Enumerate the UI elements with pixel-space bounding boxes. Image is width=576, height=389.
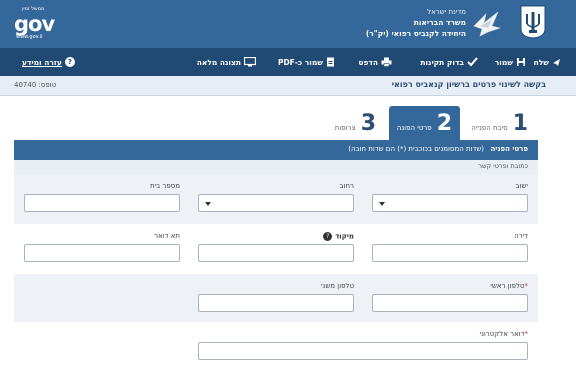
save-button[interactable]: שמור <box>495 48 526 76</box>
state-emblem-icon <box>520 5 546 39</box>
form-reference-number: 40740 <box>14 81 37 89</box>
save-pdf-label: שמור כ-PDF <box>277 57 323 67</box>
apartment-label: דירה <box>514 232 528 240</box>
save-label: שמור <box>494 57 513 67</box>
screen-icon <box>244 57 256 67</box>
step-number: 3 <box>360 111 376 136</box>
zip-label: מיקוד? <box>323 232 354 241</box>
title-bar: בקשה לשינוי פרטים ברשיון קנאביס רפואי טו… <box>0 76 576 96</box>
wizard-steps: 1 סיבת הפנייה 2 פרטי הפונה 3 צרופות <box>14 96 538 140</box>
check-validity-button[interactable]: בדוק תקינות <box>420 48 478 76</box>
step-label: סיבת הפנייה <box>471 124 508 132</box>
secondary-phone-label: טלפון משני <box>320 282 354 290</box>
help-label: עזרה ומידע <box>22 57 62 67</box>
step-label: צרופות <box>334 124 356 132</box>
secondary-phone-field[interactable] <box>198 294 354 312</box>
printer-icon <box>381 57 392 67</box>
po-box-label: תא דואר <box>154 232 180 240</box>
info-icon[interactable]: ? <box>323 232 333 241</box>
apartment-field[interactable] <box>372 244 528 262</box>
form-panel: 1 סיבת הפנייה 2 פרטי הפונה 3 צרופות פרטי… <box>14 96 538 389</box>
section-header: פרטי הפניה (שדות המסומנים בכוכבית (*) הם… <box>14 140 538 160</box>
email-label: *דואר אלקטרוני <box>479 330 528 338</box>
form-reference-label: טופס: <box>38 81 57 89</box>
step-number: 1 <box>512 111 528 136</box>
checkmark-icon <box>467 57 478 67</box>
gov-logo-text: gov <box>14 12 55 36</box>
form-reference: טופס: 40740 <box>14 81 56 89</box>
street-label: רחוב <box>339 182 354 190</box>
subsection-title: כתובת ופרטי קשר <box>478 162 528 170</box>
send-label: שלח <box>533 57 549 67</box>
settlement-label: ישוב <box>515 182 528 190</box>
save-pdf-button[interactable]: שמור כ-PDF <box>278 48 336 76</box>
send-icon <box>553 58 560 66</box>
step-label: פרטי הפונה <box>396 124 432 132</box>
gov-logo-url: www.gov.il <box>16 34 43 40</box>
check-validity-label: בדוק תקינות <box>420 57 464 67</box>
zip-field[interactable] <box>198 244 354 262</box>
full-view-label: תצוגה מלאה <box>196 57 241 67</box>
section-title: פרטי הפניה <box>490 145 528 153</box>
tab-attachments[interactable]: 3 צרופות <box>335 110 376 140</box>
full-view-button[interactable]: תצוגה מלאה <box>197 48 256 76</box>
print-label: הדפס <box>358 57 378 67</box>
help-icon: ? <box>64 57 75 67</box>
dove-icon <box>473 11 502 37</box>
ministry-title: מדינת ישראל משרד הבריאות היחידה לקנביס ר… <box>366 7 466 39</box>
house-number-label: מספר בית <box>149 182 180 190</box>
floppy-icon <box>517 58 525 66</box>
main-phone-field[interactable] <box>372 294 528 312</box>
settlement-select[interactable] <box>372 194 528 212</box>
main-phone-label: *טלפון ראשי <box>490 282 528 290</box>
tab-reason[interactable]: 1 סיבת הפנייה <box>471 110 528 140</box>
chevron-down-icon <box>379 202 385 206</box>
toolbar: שלח שמור בדוק תקינות הדפס שמור כ-PDF תצו… <box>0 48 576 76</box>
ministry-state: מדינת ישראל <box>427 8 466 16</box>
chevron-down-icon <box>205 202 211 206</box>
ministry-name: משרד הבריאות <box>413 18 466 27</box>
section-note: (שדות המסומנים בכוכבית (*) הם שדות חובה) <box>348 145 485 153</box>
po-box-field[interactable] <box>24 244 180 262</box>
subsection-header: כתובת ופרטי קשר <box>14 160 538 174</box>
send-button[interactable]: שלח <box>534 48 562 76</box>
email-field[interactable] <box>198 342 528 360</box>
step-number: 2 <box>436 111 452 136</box>
help-link[interactable]: ? עזרה ומידע <box>22 48 75 76</box>
site-header: ממשל זמין gov www.gov.il מדינת ישראל משר… <box>0 0 576 48</box>
print-button[interactable]: הדפס <box>358 48 392 76</box>
tab-applicant-details[interactable]: 2 פרטי הפונה <box>388 106 460 140</box>
pdf-icon <box>327 57 334 67</box>
page-title: בקשה לשינוי פרטים ברשיון קנאביס רפואי <box>391 80 546 89</box>
street-select[interactable] <box>198 194 354 212</box>
house-number-field[interactable] <box>24 194 180 212</box>
ministry-unit: היחידה לקנביס רפואי (יק"ר) <box>365 29 466 38</box>
